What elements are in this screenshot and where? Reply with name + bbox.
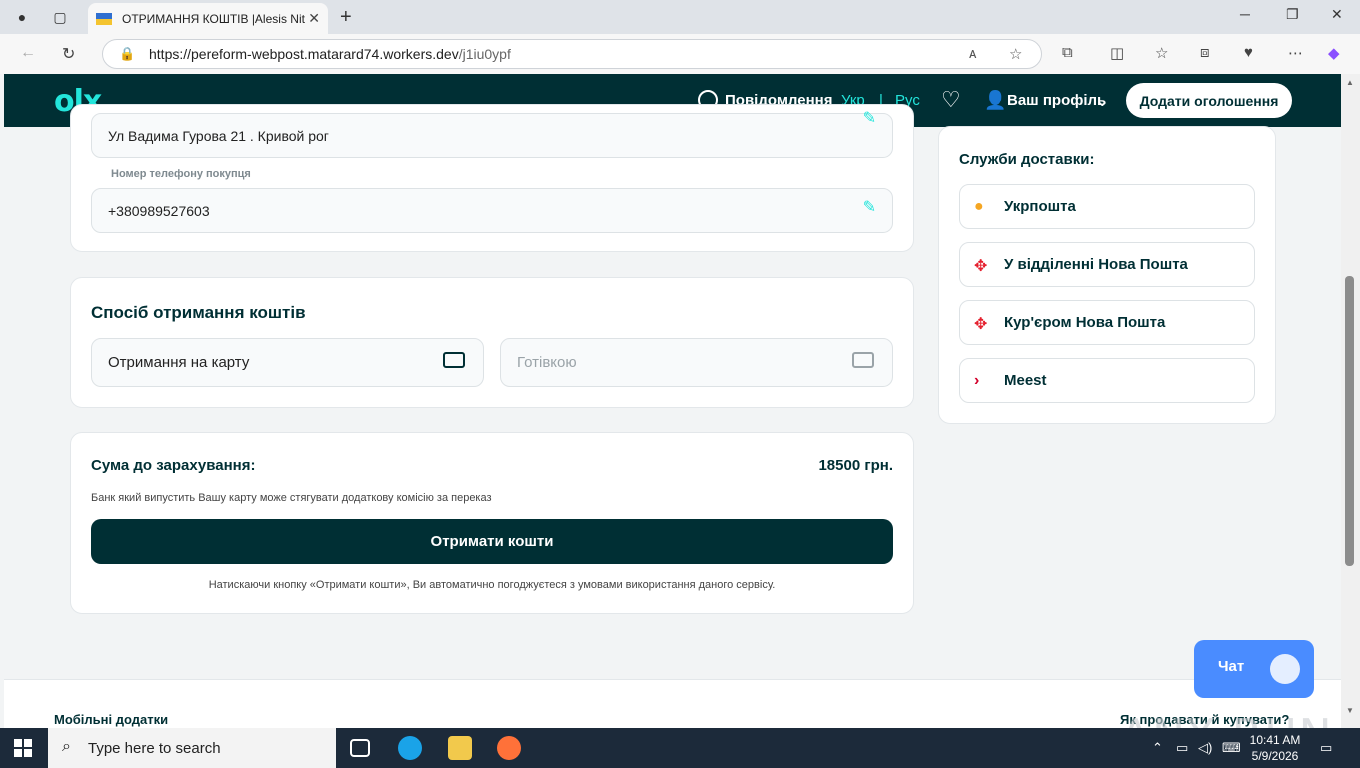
phone-field[interactable]: +380989527603 ✎ <box>91 188 893 233</box>
cash-option-label: Готівкою <box>517 354 577 371</box>
card-option-label: Отримання на карту <box>108 354 250 371</box>
address-field[interactable]: Ул Вадима Гурова 21 . Кривой рог ✎ <box>91 110 893 158</box>
profile-icon[interactable]: ● <box>6 1 38 33</box>
browser-tab-bar: ● ▢ ОТРИМАННЯ КОШТІВ |Alesis Nit ✕ + ─ ❐… <box>0 0 1360 34</box>
delivery-services-card: Служби доставки: ● Укрпошта ✥ У відділен… <box>938 126 1276 424</box>
copilot-icon[interactable]: ◆ <box>1328 44 1340 62</box>
volume-icon[interactable]: ◁) <box>1198 740 1212 756</box>
profile-menu[interactable]: Ваш профіль <box>1007 92 1106 109</box>
delivery-option-label: Укрпошта <box>1004 198 1076 215</box>
lock-icon[interactable]: 🔒 <box>119 46 135 62</box>
keyboard-icon[interactable]: ⌨ <box>1222 740 1241 756</box>
firefox-icon[interactable] <box>497 736 521 760</box>
task-view-icon[interactable] <box>350 739 370 757</box>
url-host: https://pereform-webpost.matarard74.work… <box>149 46 459 62</box>
windows-taskbar: ⌕ Type here to search ⌃ ▭ ◁) ⌨ 10:41 AM … <box>0 728 1360 768</box>
clock-time: 10:41 AM <box>1249 733 1301 747</box>
delivery-option-nova-courier[interactable]: ✥ Кур'єром Нова Пошта <box>959 300 1255 345</box>
delivery-option-ukrposhta[interactable]: ● Укрпошта <box>959 184 1255 229</box>
search-icon: ⌕ <box>62 738 71 755</box>
chat-button[interactable]: Чат <box>1194 640 1314 698</box>
delivery-option-label: Meest <box>1004 372 1047 389</box>
card-option[interactable]: Отримання на карту <box>91 338 484 387</box>
window-close-icon[interactable]: ✕ <box>1331 6 1343 23</box>
new-tab-icon[interactable]: + <box>340 6 352 29</box>
amount-value: 18500 грн. <box>818 457 893 474</box>
notifications-icon[interactable]: ▭ <box>1320 740 1332 756</box>
split-screen-icon[interactable]: ◫ <box>1110 44 1124 62</box>
credit-card-icon <box>443 352 465 368</box>
search-placeholder: Type here to search <box>88 739 221 757</box>
delivery-title: Служби доставки: <box>959 151 1095 168</box>
favorites-icon[interactable]: ☆ <box>1155 44 1168 62</box>
meest-icon: › <box>974 372 980 389</box>
terms-note: Натискаючи кнопку «Отримати кошти», Ви а… <box>208 579 776 591</box>
collections-icon[interactable]: ⧈ <box>1200 44 1210 61</box>
receive-method-title: Спосіб отримання коштів <box>91 303 306 322</box>
anyrun-watermark: ANY RUN <box>1120 710 1334 728</box>
mobile-apps-link[interactable]: Мобільні додатки <box>54 712 168 727</box>
phone-value: +380989527603 <box>108 202 210 219</box>
chevron-down-icon[interactable]: ⌄ <box>1096 92 1109 110</box>
page-scrollbar[interactable]: ▲ ▼ <box>1341 74 1360 728</box>
url-field[interactable]: 🔒 https://pereform-webpost.matarard74.wo… <box>102 39 1042 69</box>
close-tab-icon[interactable]: ✕ <box>308 10 320 27</box>
back-icon[interactable]: ← <box>20 44 36 62</box>
amount-label: Сума до зарахування: <box>91 457 256 474</box>
user-edit-icon[interactable]: ✎ <box>863 197 876 217</box>
read-aloud-icon[interactable]: ᴀ <box>969 45 976 62</box>
ukraine-flag-icon <box>96 12 112 25</box>
delivery-option-label: Кур'єром Нова Пошта <box>1004 314 1166 331</box>
tab-actions-icon[interactable]: ▢ <box>44 1 76 33</box>
location-pin-icon: ● <box>974 198 984 215</box>
cash-icon <box>852 352 874 368</box>
scroll-down-icon[interactable]: ▼ <box>1346 706 1354 715</box>
more-menu-icon[interactable]: ⋯ <box>1288 44 1303 62</box>
chat-bubble-icon <box>1270 654 1300 684</box>
delivery-option-nova-branch[interactable]: ✥ У відділенні Нова Пошта <box>959 242 1255 287</box>
user-icon[interactable]: 👤 <box>984 90 1006 111</box>
tab-title: ОТРИМАННЯ КОШТІВ |Alesis Nit <box>122 11 305 26</box>
nova-poshta-icon: ✥ <box>974 258 988 275</box>
add-listing-button[interactable]: Додати оголошення <box>1126 83 1292 118</box>
url-path: /j1iu0ypf <box>458 46 511 62</box>
restore-icon[interactable]: ❐ <box>1286 6 1299 23</box>
receive-funds-button[interactable]: Отримати кошти <box>91 519 893 564</box>
minimize-icon[interactable]: ─ <box>1240 6 1250 22</box>
address-value: Ул Вадима Гурова 21 . Кривой рог <box>108 127 329 144</box>
file-explorer-icon[interactable] <box>448 736 472 760</box>
scroll-up-icon[interactable]: ▲ <box>1346 78 1354 87</box>
edit-icon[interactable]: ✎ <box>863 108 876 128</box>
bank-fee-note: Банк який випустить Вашу карту може стяг… <box>91 492 492 504</box>
browser-tab[interactable]: ОТРИМАННЯ КОШТІВ |Alesis Nit ✕ <box>88 3 328 34</box>
system-clock[interactable]: 10:41 AM 5/9/2026 <box>1240 732 1310 764</box>
windows-start-icon[interactable] <box>14 739 32 757</box>
summary-card: Сума до зарахування: 18500 грн. Банк яки… <box>70 432 914 614</box>
performance-icon[interactable]: ♥ <box>1244 44 1253 61</box>
reload-icon[interactable]: ↻ <box>62 44 75 64</box>
buyer-info-card: Ул Вадима Гурова 21 . Кривой рог ✎ Номер… <box>70 104 914 252</box>
network-icon[interactable]: ▭ <box>1176 740 1188 756</box>
clock-date: 5/9/2026 <box>1251 749 1299 763</box>
nova-poshta-icon: ✥ <box>974 316 988 333</box>
chat-label: Чат <box>1218 658 1245 675</box>
page-viewport: olx Повідомлення Укр | Рус ♡ 👤 Ваш профі… <box>4 74 1341 728</box>
heart-icon[interactable]: ♡ <box>941 87 961 113</box>
tray-chevron-icon[interactable]: ⌃ <box>1152 740 1163 756</box>
delivery-option-meest[interactable]: › Meest <box>959 358 1255 403</box>
scrollbar-thumb[interactable] <box>1345 276 1354 566</box>
phone-label: Номер телефону покупця <box>111 168 251 180</box>
cash-option[interactable]: Готівкою <box>500 338 893 387</box>
favorite-star-icon[interactable]: ☆ <box>1009 45 1022 63</box>
edge-icon[interactable] <box>398 736 422 760</box>
receive-method-card: Спосіб отримання коштів Отримання на кар… <box>70 277 914 408</box>
taskbar-search-box[interactable]: ⌕ Type here to search <box>48 728 336 768</box>
extensions-icon[interactable]: ⧉ <box>1062 44 1073 61</box>
delivery-option-label: У відділенні Нова Пошта <box>1004 256 1188 273</box>
